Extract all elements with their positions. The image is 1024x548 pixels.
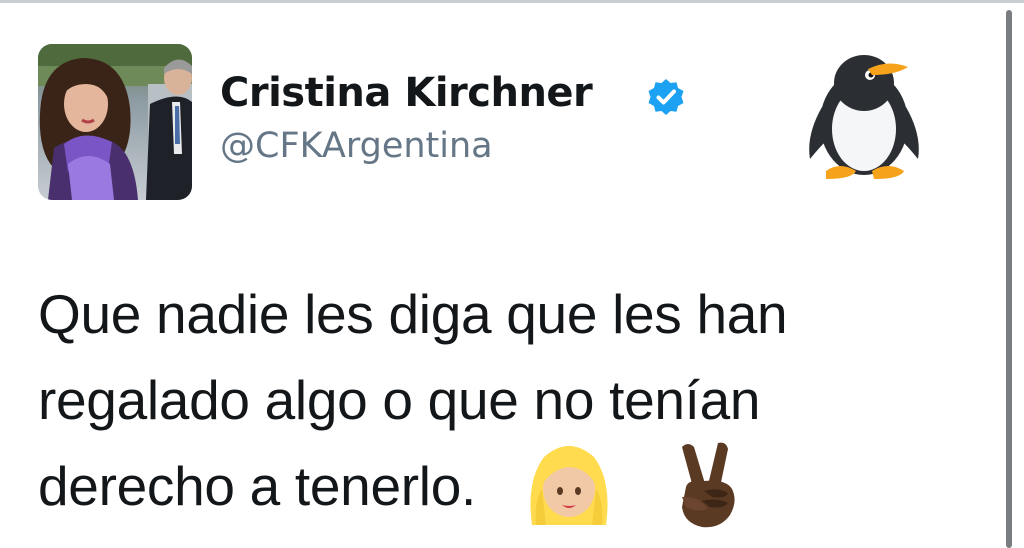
username-handle[interactable]: @CFKArgentina [220, 121, 493, 171]
tweet-text-line: Que nadie les diga que les han [38, 283, 788, 345]
avatar[interactable] [38, 44, 192, 200]
tweet-text-line-last: derecho a tenerlo. [38, 443, 958, 529]
victory-hand-icon [668, 439, 744, 529]
woman-blond-hair-icon [524, 441, 614, 527]
tweet-text-line: regalado algo o que no tenían [38, 369, 761, 431]
display-name[interactable]: Cristina Kirchner [220, 65, 593, 121]
verified-badge-icon [646, 77, 686, 117]
penguin-icon [804, 49, 924, 181]
scrollbar[interactable] [1006, 10, 1012, 548]
tweet-card: Cristina Kirchner @CFKArgentina Que nadi… [0, 3, 1000, 548]
tweet-text-segment: derecho a tenerlo. [38, 455, 476, 517]
tweet-text: Que nadie les diga que les han regalado … [38, 271, 958, 529]
